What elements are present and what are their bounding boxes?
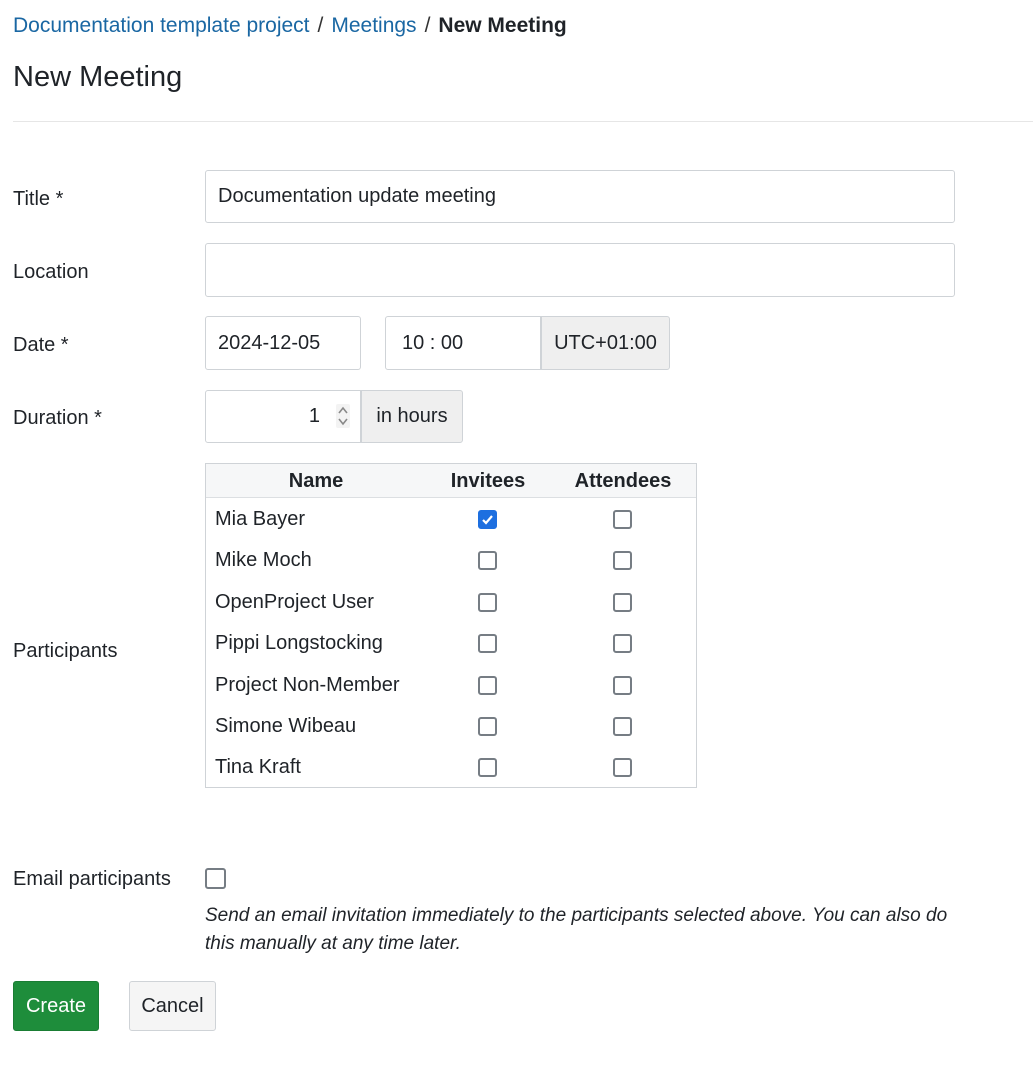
participant-row: Mia Bayer <box>206 498 696 539</box>
attendee-checkbox[interactable] <box>613 592 632 612</box>
participants-table-header: Name Invitees Attendees <box>206 464 696 498</box>
title-label: Title * <box>13 188 64 210</box>
participants-label: Participants <box>13 640 118 662</box>
participant-row: Pippi Longstocking <box>206 622 696 663</box>
date-input[interactable]: 2024-12-05 <box>205 316 361 370</box>
invitee-checkbox[interactable] <box>478 634 497 654</box>
date-label: Date * <box>13 334 69 356</box>
attendee-checkbox[interactable] <box>613 758 632 778</box>
invitee-checkbox[interactable] <box>478 510 497 529</box>
invitee-checkbox[interactable] <box>478 592 497 612</box>
column-header-invitees: Invitees <box>450 470 526 492</box>
cancel-button[interactable]: Cancel <box>129 981 216 1031</box>
header-divider <box>13 121 1033 122</box>
breadcrumb-current: New Meeting <box>438 14 567 37</box>
title-input-value: Documentation update meeting <box>218 185 496 207</box>
duration-input[interactable]: 1 <box>205 390 361 443</box>
column-header-name: Name <box>288 470 344 492</box>
participant-name: OpenProject User <box>215 590 374 613</box>
participants-table-body: Mia Bayer Mike Moch OpenProject User Pippi … <box>206 498 696 788</box>
attendee-checkbox[interactable] <box>613 551 632 571</box>
attendee-checkbox[interactable] <box>613 510 632 529</box>
duration-input-value: 1 <box>308 405 320 427</box>
invitee-checkbox[interactable] <box>478 758 497 778</box>
location-label: Location <box>13 261 89 283</box>
breadcrumb-project-link[interactable]: Documentation template project <box>13 14 310 37</box>
participant-name: Simone Wibeau <box>215 714 357 737</box>
participant-row: Simone Wibeau <box>206 705 696 746</box>
email-participants-label: Email participants <box>13 868 171 890</box>
number-spinner-icon[interactable] <box>336 404 350 428</box>
invitee-checkbox[interactable] <box>478 716 497 736</box>
breadcrumb-separator: / <box>424 14 431 37</box>
column-header-attendees: Attendees <box>574 470 672 492</box>
time-input[interactable]: 10 : 00 <box>385 316 541 370</box>
email-participants-hint: Send an email invitation immediately to … <box>205 905 948 954</box>
attendee-checkbox[interactable] <box>613 716 632 736</box>
duration-unit-addon: in hours <box>361 390 463 443</box>
participants-table: Name Invitees Attendees Mia Bayer Mike Mo… <box>205 463 697 788</box>
checkmark-icon <box>482 515 493 525</box>
breadcrumb: Documentation template project / Meetings /… <box>13 12 567 40</box>
invitee-checkbox[interactable] <box>478 675 497 695</box>
email-participants-checkbox[interactable] <box>205 868 226 889</box>
duration-unit-label: in hours <box>376 405 448 427</box>
participant-name: Project Non-Member <box>215 673 400 696</box>
duration-label: Duration * <box>13 407 102 429</box>
page-title: New Meeting <box>13 61 183 93</box>
attendee-checkbox[interactable] <box>613 634 632 654</box>
create-button[interactable]: Create <box>13 981 99 1031</box>
participant-row: Mike Moch <box>206 539 696 580</box>
participant-row: OpenProject User <box>206 581 696 622</box>
location-input[interactable] <box>205 243 955 297</box>
time-input-value: 10 : 00 <box>402 331 464 354</box>
breadcrumb-separator: / <box>317 14 324 37</box>
breadcrumb-meetings-link[interactable]: Meetings <box>331 14 416 37</box>
timezone-addon: UTC+01:00 <box>541 316 670 370</box>
participant-name: Tina Kraft <box>215 756 301 779</box>
participant-row: Project Non-Member <box>206 664 696 705</box>
invitee-checkbox[interactable] <box>478 551 497 571</box>
attendee-checkbox[interactable] <box>613 675 632 695</box>
participant-row: Tina Kraft <box>206 746 696 787</box>
timezone-label: UTC+01:00 <box>554 331 657 354</box>
participant-name: Mike Moch <box>215 549 312 572</box>
participant-name: Mia Bayer <box>215 508 306 530</box>
participant-name: Pippi Longstocking <box>215 632 383 655</box>
title-input[interactable]: Documentation update meeting <box>205 170 955 223</box>
date-input-value: 2024-12-05 <box>218 331 321 354</box>
